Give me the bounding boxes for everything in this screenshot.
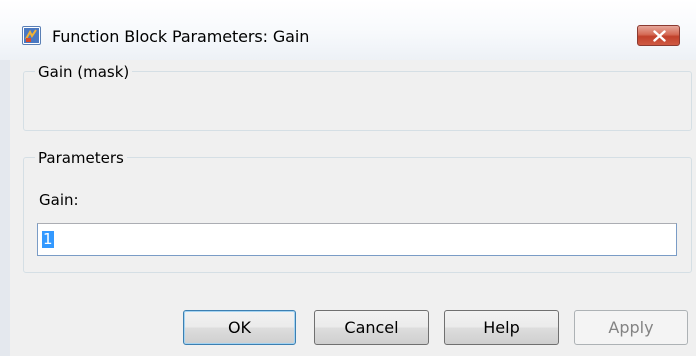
title-bar[interactable]: Function Block Parameters: Gain [0, 0, 696, 60]
gain-input-value: 1 [42, 230, 54, 248]
mask-group-legend: Gain (mask) [35, 63, 133, 81]
gain-label: Gain: [39, 191, 79, 209]
ok-button[interactable]: OK [183, 310, 296, 345]
parameters-group-legend: Parameters [35, 149, 127, 167]
close-button[interactable] [637, 25, 680, 46]
simulink-block-icon [22, 26, 41, 45]
apply-button[interactable]: Apply [574, 310, 688, 345]
cancel-button[interactable]: Cancel [314, 310, 429, 345]
close-icon [653, 30, 666, 42]
gain-input[interactable]: 1 [37, 223, 677, 256]
window-title: Function Block Parameters: Gain [52, 27, 310, 46]
dialog-window: Function Block Parameters: Gain Gain (ma… [0, 0, 696, 356]
window-frame-edge [0, 60, 10, 356]
help-button[interactable]: Help [444, 310, 559, 345]
